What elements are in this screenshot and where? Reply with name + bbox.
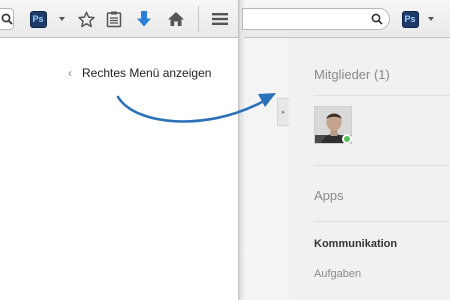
- right-toolbar: Ps: [242, 0, 450, 38]
- home-button[interactable]: [166, 8, 186, 30]
- downloads-button[interactable]: [134, 8, 154, 30]
- photoshop-extension-icon: Ps: [29, 10, 47, 28]
- search-icon: [371, 13, 383, 25]
- show-right-menu-label: Rechtes Menü anzeigen: [82, 66, 212, 80]
- bookmark-button[interactable]: [76, 8, 96, 30]
- panel-divider: [314, 95, 450, 96]
- reading-list-button[interactable]: [104, 8, 124, 30]
- photoshop-extension-button[interactable]: Ps: [28, 8, 48, 30]
- apps-heading: Apps: [314, 188, 344, 203]
- chevron-right-icon: ▸: [281, 109, 286, 116]
- bookmark-star-icon: [77, 11, 95, 27]
- panel-divider: [314, 221, 450, 222]
- dropdown-arrow-icon[interactable]: [59, 17, 65, 21]
- dropdown-arrow-icon[interactable]: [428, 17, 434, 21]
- search-icon: [1, 13, 13, 25]
- right-browser-window: Ps ▸ Mitglieder (1) Apps Kommunikation A…: [242, 0, 450, 300]
- download-icon: [137, 11, 151, 27]
- left-search-field[interactable]: [0, 8, 14, 30]
- left-toolbar: Ps: [0, 0, 238, 38]
- online-status-indicator: [342, 134, 352, 144]
- home-icon: [168, 12, 184, 26]
- chevron-left-icon: ‹: [68, 66, 72, 80]
- panel-divider: [314, 165, 450, 166]
- members-heading: Mitglieder (1): [314, 67, 390, 82]
- right-address-bar[interactable]: [242, 8, 390, 30]
- main-menu-button[interactable]: [210, 8, 230, 30]
- right-side-panel: Mitglieder (1) Apps Kommunikation Aufgab…: [289, 38, 450, 300]
- show-right-menu-link[interactable]: ‹ Rechtes Menü anzeigen: [68, 66, 211, 80]
- photoshop-extension-icon: Ps: [401, 10, 419, 28]
- app-item-aufgaben[interactable]: Aufgaben: [314, 268, 361, 280]
- collapse-panel-tab[interactable]: ▸: [277, 98, 289, 126]
- reading-list-icon: [106, 11, 122, 27]
- menu-icon: [212, 13, 228, 25]
- app-item-kommunikation[interactable]: Kommunikation: [314, 238, 397, 250]
- photoshop-extension-button[interactable]: Ps: [400, 8, 420, 30]
- left-browser-window: Ps ‹ Rechtes Menü anzeigen: [0, 0, 238, 300]
- page-content-area: ▸: [244, 38, 289, 300]
- toolbar-separator: [198, 6, 199, 32]
